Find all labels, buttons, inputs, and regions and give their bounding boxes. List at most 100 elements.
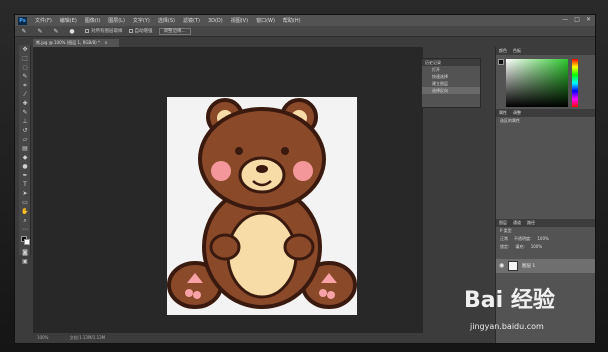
quick-select-icon[interactable]: ✎ bbox=[19, 27, 29, 35]
layer-kind-filter[interactable]: P 类型 bbox=[500, 227, 512, 235]
document-tab[interactable]: 熊.jpg @ 100% (图层 1, RGB/8) * × bbox=[33, 39, 119, 47]
baidu-jingyan-watermark: Bai 经验 jingyan.baidu.com bbox=[462, 282, 608, 352]
refine-edge-button[interactable]: 调整边缘... bbox=[158, 27, 191, 35]
bear-illustration bbox=[167, 98, 357, 309]
tab-adjustments[interactable]: 调整 bbox=[513, 109, 521, 117]
tab-paths[interactable]: 路径 bbox=[527, 219, 535, 227]
shape-tool-icon[interactable]: ▭ bbox=[19, 198, 31, 207]
brush-size-icon[interactable]: ● bbox=[67, 27, 77, 35]
quick-mask-icon[interactable]: ◙ bbox=[19, 248, 31, 257]
tools-panel: ✥ ⬚ ◌ ✎ ⌗ ⁄ ✚ ✎ ⊥ ↺ ▱ ▤ ◆ ● ✒ T ➤ ▭ ✋ ⌕ … bbox=[19, 45, 31, 265]
history-panel: 历史记录 打开 快速选择 建立图层 选择反向 bbox=[421, 58, 481, 108]
brush-add-icon[interactable]: ✎ bbox=[51, 27, 61, 35]
status-document-size: 文档:1.13M/1.13M bbox=[69, 335, 106, 340]
history-item-selected[interactable]: 选择反向 bbox=[422, 87, 480, 94]
dodge-tool-icon[interactable]: ● bbox=[19, 162, 31, 171]
watermark-brand: Bai 经验 bbox=[464, 288, 555, 313]
pen-tool-icon[interactable]: ✒ bbox=[19, 171, 31, 180]
opacity-value[interactable]: 100% bbox=[537, 235, 548, 243]
menu-help[interactable]: 帮助(H) bbox=[279, 17, 305, 24]
menu-file[interactable]: 文件(F) bbox=[31, 17, 56, 24]
auto-enhance-checkbox[interactable] bbox=[128, 29, 133, 33]
tab-properties[interactable]: 属性 bbox=[499, 109, 507, 117]
history-item[interactable]: 打开 bbox=[422, 66, 480, 73]
properties-panel-tabs: 属性 调整 bbox=[496, 109, 595, 117]
history-item[interactable]: 快速选择 bbox=[422, 73, 480, 80]
zoom-tool-icon[interactable]: ⌕ bbox=[19, 216, 31, 225]
path-select-icon[interactable]: ➤ bbox=[19, 189, 31, 198]
menu-filter[interactable]: 滤镜(T) bbox=[179, 17, 204, 24]
healing-tool-icon[interactable]: ✚ bbox=[19, 99, 31, 108]
history-panel-title: 历史记录 bbox=[422, 59, 480, 66]
hand-tool-icon[interactable]: ✋ bbox=[19, 207, 31, 216]
tab-layers[interactable]: 图层 bbox=[499, 219, 507, 227]
document-tab-close-icon[interactable]: × bbox=[104, 40, 107, 45]
sample-all-layers-checkbox[interactable] bbox=[85, 29, 89, 33]
sample-all-layers-label: 对所有图层取样 bbox=[91, 29, 123, 34]
history-item[interactable]: 建立图层 bbox=[422, 80, 480, 87]
properties-title: 选区的属性 bbox=[500, 118, 520, 123]
brush-new-icon[interactable]: ✎ bbox=[35, 27, 45, 35]
status-bar: 100% 文档:1.13M/1.13M bbox=[33, 333, 423, 343]
menu-window[interactable]: 窗口(W) bbox=[252, 17, 279, 24]
color-field[interactable] bbox=[506, 59, 568, 107]
status-zoom: 100% bbox=[37, 335, 49, 340]
minimize-button[interactable]: — bbox=[562, 16, 568, 23]
eyedropper-tool-icon[interactable]: ⁄ bbox=[19, 90, 31, 99]
screen-mode-icon[interactable]: ▣ bbox=[19, 257, 31, 266]
blend-row: 正常 不透明度: 100% bbox=[496, 235, 595, 243]
layer-thumbnail bbox=[508, 261, 518, 271]
marquee-tool-icon[interactable]: ⬚ bbox=[19, 54, 31, 63]
lock-row: 锁定: 填充: 100% bbox=[496, 243, 595, 251]
watermark-url: jingyan.baidu.com bbox=[470, 322, 544, 331]
more-tools-icon[interactable]: ⋯ bbox=[19, 225, 31, 234]
quick-select-tool-icon[interactable]: ✎ bbox=[19, 72, 31, 81]
blur-tool-icon[interactable]: ◆ bbox=[19, 153, 31, 162]
blend-mode-select[interactable]: 正常 bbox=[500, 235, 508, 243]
type-tool-icon[interactable]: T bbox=[19, 180, 31, 189]
menu-edit[interactable]: 编辑(E) bbox=[56, 17, 81, 24]
tab-swatches[interactable]: 色板 bbox=[513, 47, 521, 55]
layer-name[interactable]: 图层 1 bbox=[522, 263, 535, 269]
crop-tool-icon[interactable]: ⌗ bbox=[19, 81, 31, 90]
menu-image[interactable]: 图像(I) bbox=[81, 17, 104, 24]
tab-color[interactable]: 颜色 bbox=[499, 47, 507, 55]
layer-filter-row: P 类型 bbox=[496, 227, 595, 235]
document-canvas[interactable] bbox=[167, 97, 357, 315]
hue-slider[interactable] bbox=[572, 59, 578, 107]
gradient-tool-icon[interactable]: ▤ bbox=[19, 144, 31, 153]
properties-panel: 属性 调整 选区的属性 bbox=[496, 109, 595, 149]
tab-channels[interactable]: 通道 bbox=[513, 219, 521, 227]
menu-layer[interactable]: 图层(L) bbox=[104, 17, 129, 24]
photoshop-logo: Ps bbox=[18, 16, 27, 25]
layer-row[interactable]: ◉ 图层 1 bbox=[496, 259, 595, 273]
canvas-area[interactable] bbox=[33, 47, 423, 333]
lasso-tool-icon[interactable]: ◌ bbox=[19, 63, 31, 72]
stamp-tool-icon[interactable]: ⊥ bbox=[19, 117, 31, 126]
eraser-tool-icon[interactable]: ▱ bbox=[19, 135, 31, 144]
menu-bar: Ps 文件(F) 编辑(E) 图像(I) 图层(L) 文字(Y) 选择(S) 滤… bbox=[15, 15, 595, 26]
color-panel-foreground-swatch[interactable] bbox=[498, 59, 504, 65]
background-color-swatch[interactable] bbox=[24, 239, 30, 245]
opacity-label: 不透明度: bbox=[514, 236, 532, 241]
layers-panel-tabs: 图层 通道 路径 bbox=[496, 219, 595, 227]
lock-label: 锁定: bbox=[500, 244, 510, 249]
menu-3d[interactable]: 3D(D) bbox=[204, 18, 227, 24]
menu-select[interactable]: 选择(S) bbox=[154, 17, 179, 24]
options-bar: ✎ ✎ ✎ ● 对所有图层取样 自动增强 调整边缘... bbox=[15, 26, 595, 37]
bear-head bbox=[198, 107, 326, 211]
auto-enhance-label: 自动增强 bbox=[134, 29, 153, 34]
menu-view[interactable]: 视图(V) bbox=[227, 17, 252, 24]
brush-tool-icon[interactable]: ✎ bbox=[19, 108, 31, 117]
visibility-eye-icon[interactable]: ◉ bbox=[499, 262, 504, 269]
color-panel-tabs: 颜色 色板 bbox=[496, 47, 595, 55]
history-brush-icon[interactable]: ↺ bbox=[19, 126, 31, 135]
maximize-button[interactable]: □ bbox=[574, 16, 580, 23]
fill-label: 填充: bbox=[515, 244, 525, 249]
document-tab-title: 熊.jpg @ 100% (图层 1, RGB/8) * bbox=[36, 40, 100, 45]
color-swatches[interactable] bbox=[19, 234, 30, 248]
fill-value[interactable]: 100% bbox=[531, 243, 542, 251]
close-button[interactable]: ✕ bbox=[586, 16, 591, 23]
menu-type[interactable]: 文字(Y) bbox=[129, 17, 154, 24]
move-tool-icon[interactable]: ✥ bbox=[19, 45, 31, 54]
